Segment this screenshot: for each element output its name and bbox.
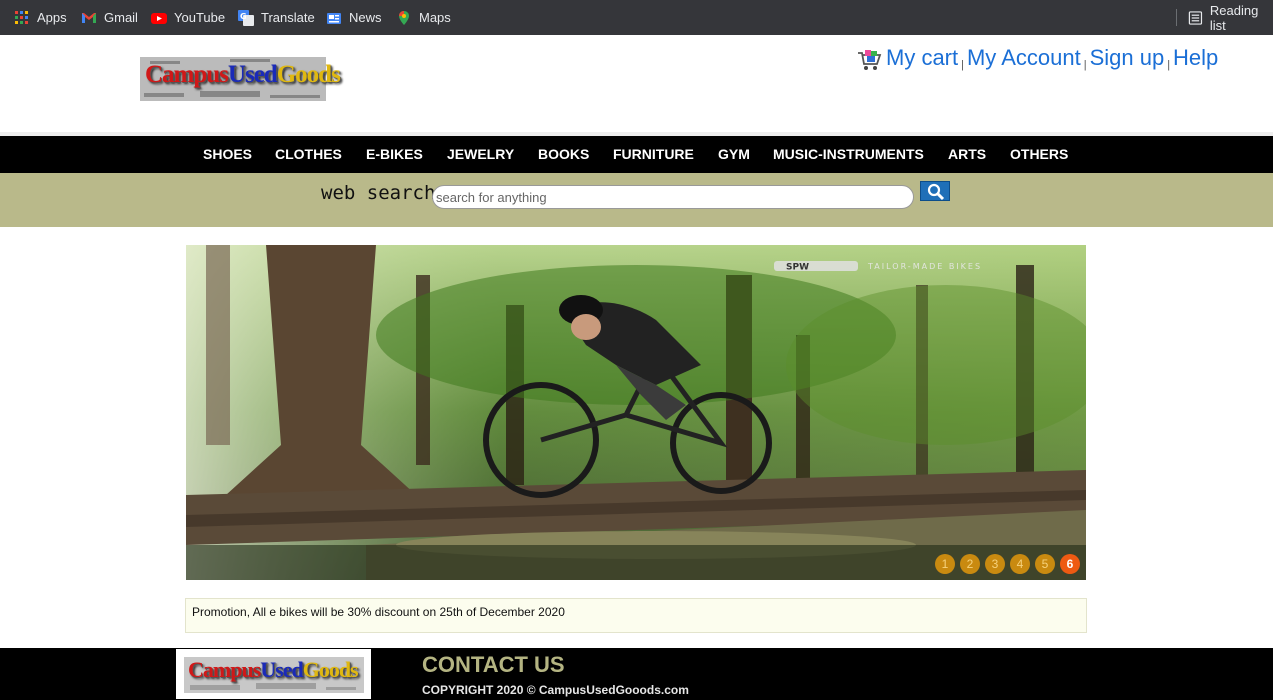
banner-image-mountain-biker: SPW TAILOR-MADE BIKES: [186, 245, 1086, 580]
reading-list-button[interactable]: Reading list: [1188, 0, 1273, 35]
reading-list-icon: [1188, 10, 1203, 25]
bookmark-translate[interactable]: G Translate: [238, 0, 315, 35]
link-separator: |: [1167, 59, 1171, 71]
contact-us-heading[interactable]: CONTACT US: [422, 652, 565, 678]
bookmark-maps[interactable]: Maps: [396, 0, 451, 35]
link-separator: |: [1083, 59, 1087, 71]
nav-item-furniture[interactable]: FURNITURE: [613, 136, 694, 173]
nav-item-gym[interactable]: GYM: [718, 136, 750, 173]
bookmark-label: Translate: [261, 10, 315, 25]
nav-item-music-instruments[interactable]: MUSIC-INSTRUMENTS: [773, 136, 924, 173]
nav-item-clothes[interactable]: CLOTHES: [275, 136, 342, 173]
copyright-text: COPYRIGHT 2020 © CampusUsedGooods.com: [422, 683, 689, 697]
news-icon: [327, 12, 341, 24]
slide-pager: 1 2 3 4 5 6: [935, 554, 1080, 574]
bookmark-label: Maps: [419, 10, 451, 25]
bookmark-youtube[interactable]: YouTube: [151, 0, 225, 35]
site-footer: CampusUsedGoods CONTACT US COPYRIGHT 202…: [0, 648, 1273, 700]
account-links: My cart | My Account | Sign up | Help: [856, 45, 1218, 71]
site-header: CampusUsedGoods My cart | My Account | S…: [0, 35, 1273, 132]
svg-text:G: G: [240, 12, 247, 21]
category-nav: SHOES CLOTHES E-BIKES JEWELRY BOOKS FURN…: [0, 136, 1273, 173]
nav-item-e-bikes[interactable]: E-BIKES: [366, 136, 423, 173]
footer-logo[interactable]: CampusUsedGoods: [176, 649, 371, 699]
hero-banner: SPW TAILOR-MADE BIKES 1 2 3 4 5 6: [186, 245, 1086, 580]
bookmark-label: Gmail: [104, 10, 138, 25]
translate-icon: G: [238, 9, 254, 26]
bookmarks-bar: Apps Gmail YouTube G Translate News Maps…: [0, 0, 1273, 35]
bookmark-label: YouTube: [174, 10, 226, 25]
bookmark-label: News: [349, 10, 382, 25]
bookmarks-divider: [1176, 9, 1177, 26]
my-account-link[interactable]: My Account: [967, 45, 1081, 71]
slide-dot-6-active[interactable]: 6: [1060, 554, 1080, 574]
my-cart-link[interactable]: My cart: [886, 45, 958, 71]
sign-up-link[interactable]: Sign up: [1090, 45, 1165, 71]
cart-icon: [858, 50, 882, 70]
reading-list-label: Reading list: [1209, 2, 1259, 33]
bookmark-news[interactable]: News: [326, 0, 382, 35]
slide-dot-1[interactable]: 1: [935, 554, 955, 574]
nav-item-books[interactable]: BOOKS: [538, 136, 589, 173]
apps-grid-icon: [15, 10, 28, 24]
slide-dot-2[interactable]: 2: [960, 554, 980, 574]
nav-item-others[interactable]: OTHERS: [1010, 136, 1068, 173]
youtube-icon: [151, 12, 167, 24]
search-input[interactable]: [432, 185, 914, 209]
gmail-icon: [82, 12, 96, 23]
banner-brand-tag: TAILOR-MADE BIKES: [867, 262, 982, 271]
slide-dot-4[interactable]: 4: [1010, 554, 1030, 574]
nav-item-jewelry[interactable]: JEWELRY: [447, 136, 514, 173]
help-link[interactable]: Help: [1173, 45, 1218, 71]
link-separator: |: [961, 59, 964, 71]
bookmark-gmail[interactable]: Gmail: [81, 0, 138, 35]
banner-brand-badge: SPW: [786, 263, 809, 273]
search-button[interactable]: [920, 181, 950, 201]
slide-dot-5[interactable]: 5: [1035, 554, 1055, 574]
nav-item-shoes[interactable]: SHOES: [203, 136, 252, 173]
promotion-text: Promotion, All e bikes will be 30% disco…: [192, 605, 565, 619]
logo-text: CampusUsedGoods: [145, 61, 341, 88]
footer-logo-text: CampusUsedGoods: [188, 657, 359, 682]
bookmark-label: Apps: [37, 10, 67, 25]
search-label: web search: [321, 182, 436, 204]
search-icon: [927, 183, 945, 201]
maps-icon: [399, 10, 409, 25]
slide-dot-3[interactable]: 3: [985, 554, 1005, 574]
nav-item-arts[interactable]: ARTS: [948, 136, 986, 173]
promotion-banner: Promotion, All e bikes will be 30% disco…: [185, 598, 1087, 633]
search-bar: web search: [0, 173, 1273, 227]
bookmark-apps[interactable]: Apps: [14, 0, 67, 35]
site-logo[interactable]: CampusUsedGoods: [140, 53, 341, 105]
